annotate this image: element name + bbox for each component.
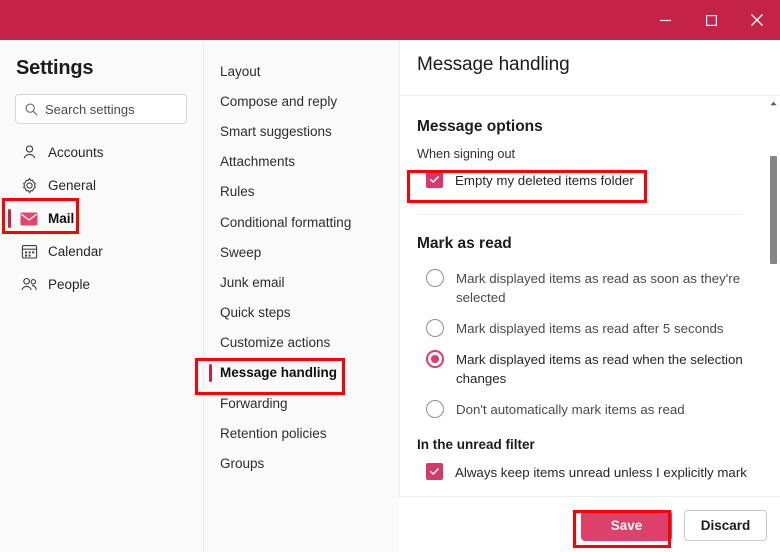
mark-as-read-option-label: Mark displayed items as read after 5 sec…	[456, 321, 724, 336]
subnav-item-label: Quick steps	[220, 305, 291, 321]
always-keep-unread-row[interactable]: Always keep items unread unless I explic…	[426, 463, 760, 482]
subnav-item-label: Customize actions	[220, 335, 331, 351]
subnav-item-label: Junk email	[220, 274, 285, 290]
always-keep-unread-checkbox[interactable]	[426, 463, 443, 480]
scrollbar-thumb[interactable]	[770, 156, 777, 264]
selection-indicator	[8, 209, 11, 228]
subnav-item-label: Conditional formatting	[220, 214, 352, 230]
panel-scroll-region: Message options When signing out Empty m…	[400, 96, 780, 536]
subnav-item-conditional-formatting[interactable]: Conditional formatting	[204, 207, 400, 237]
settings-window: Settings Search settings Accounts Genera…	[0, 0, 780, 552]
check-icon	[429, 468, 440, 475]
subnav-item-label: Smart suggestions	[220, 123, 332, 139]
unread-filter-heading: In the unread filter	[417, 437, 535, 452]
close-icon	[751, 14, 763, 26]
subnav-item-message-handling[interactable]: Message handling	[204, 358, 400, 388]
title-bar	[0, 0, 780, 40]
sidebar-item-label: Accounts	[48, 145, 104, 160]
subnav-item-label: Retention policies	[220, 425, 327, 441]
maximize-icon	[705, 14, 717, 26]
sidebar-item-people[interactable]: People	[0, 268, 203, 301]
panel-content: Message options When signing out Empty m…	[400, 96, 760, 482]
settings-body: Settings Search settings Accounts Genera…	[0, 40, 780, 552]
sidebar-item-general[interactable]: General	[0, 169, 203, 202]
search-icon	[25, 103, 38, 116]
subnav-item-groups[interactable]: Groups	[204, 448, 400, 478]
mail-subnav: Layout Compose and reply Smart suggestio…	[204, 56, 400, 479]
sidebar-item-label: People	[48, 277, 91, 292]
subnav-item-smart-suggestions[interactable]: Smart suggestions	[204, 116, 400, 146]
sidebar-item-label: Calendar	[48, 244, 103, 259]
subnav-item-rules[interactable]: Rules	[204, 177, 400, 207]
section-divider	[417, 214, 743, 215]
radio-icon-selected[interactable]	[426, 350, 444, 368]
subnav-item-retention-policies[interactable]: Retention policies	[204, 418, 400, 448]
radio-icon[interactable]	[426, 400, 444, 418]
subnav-item-attachments[interactable]: Attachments	[204, 147, 400, 177]
mark-as-read-option-label: Mark displayed items as read when the se…	[456, 352, 743, 386]
panel-title: Message handling	[417, 54, 570, 75]
subnav-item-label: Sweep	[220, 244, 262, 260]
subnav-item-label: Rules	[220, 184, 255, 200]
settings-sidebar: Settings Search settings Accounts Genera…	[0, 40, 203, 552]
message-handling-panel: Message handling Message options When si…	[399, 40, 780, 552]
mark-as-read-heading: Mark as read	[417, 235, 512, 252]
mark-as-read-option-never[interactable]: Don't automatically mark items as read	[426, 400, 760, 419]
mark-as-read-option-selection-changes[interactable]: Mark displayed items as read when the se…	[426, 350, 760, 388]
subnav-item-layout[interactable]: Layout	[204, 56, 400, 86]
scroll-up-arrow-icon[interactable]	[766, 96, 780, 110]
mark-as-read-option-label: Mark displayed items as read as soon as …	[456, 271, 741, 305]
subnav-item-sweep[interactable]: Sweep	[204, 237, 400, 267]
save-button[interactable]: Save	[581, 510, 672, 541]
sidebar-item-label: General	[48, 178, 97, 193]
calendar-icon	[20, 243, 38, 261]
panel-footer: Save Discard	[399, 496, 780, 552]
sidebar-item-mail[interactable]: Mail	[0, 202, 203, 235]
minimize-icon	[659, 15, 671, 26]
subnav-item-customize-actions[interactable]: Customize actions	[204, 328, 400, 358]
person-icon	[20, 144, 38, 162]
subnav-item-label: Attachments	[220, 154, 296, 170]
empty-deleted-items-row[interactable]: Empty my deleted items folder	[426, 171, 760, 190]
gear-icon	[20, 177, 38, 195]
empty-deleted-items-checkbox[interactable]	[426, 171, 443, 188]
maximize-button[interactable]	[688, 0, 734, 40]
people-icon	[20, 276, 38, 294]
sidebar-nav: Accounts General Mail Calendar People	[0, 136, 203, 301]
when-signing-out-label: When signing out	[417, 147, 516, 161]
message-options-heading: Message options	[417, 118, 543, 135]
selection-indicator	[209, 363, 212, 382]
always-keep-unread-label: Always keep items unread unless I explic…	[455, 465, 747, 480]
subnav-item-label: Compose and reply	[220, 93, 338, 109]
radio-icon[interactable]	[426, 319, 444, 337]
subnav-item-label: Layout	[220, 63, 261, 79]
minimize-button[interactable]	[642, 0, 688, 40]
sidebar-item-label: Mail	[48, 211, 75, 226]
panel-scrollbar[interactable]	[766, 96, 780, 536]
subnav-item-label: Groups	[220, 456, 265, 472]
subnav-item-compose-and-reply[interactable]: Compose and reply	[204, 86, 400, 116]
subnav-item-quick-steps[interactable]: Quick steps	[204, 298, 400, 328]
discard-button[interactable]: Discard	[684, 510, 767, 541]
sidebar-item-accounts[interactable]: Accounts	[0, 136, 203, 169]
mark-as-read-option-after-5-seconds[interactable]: Mark displayed items as read after 5 sec…	[426, 319, 760, 338]
page-title: Settings	[16, 57, 94, 79]
subnav-item-label: Forwarding	[220, 395, 288, 411]
empty-deleted-items-label: Empty my deleted items folder	[455, 173, 634, 188]
search-settings-box[interactable]: Search settings	[15, 94, 187, 124]
mail-subnav-column: Layout Compose and reply Smart suggestio…	[203, 40, 399, 552]
subnav-item-junk-email[interactable]: Junk email	[204, 267, 400, 297]
search-input-placeholder: Search settings	[45, 101, 135, 117]
close-button[interactable]	[734, 0, 780, 40]
mail-icon	[20, 210, 38, 228]
mark-as-read-option-label: Don't automatically mark items as read	[456, 402, 685, 417]
radio-icon[interactable]	[426, 269, 444, 287]
subnav-item-label: Message handling	[220, 365, 338, 381]
subnav-item-forwarding[interactable]: Forwarding	[204, 388, 400, 418]
sidebar-item-calendar[interactable]: Calendar	[0, 235, 203, 268]
check-icon	[429, 176, 440, 183]
mark-as-read-option-immediate[interactable]: Mark displayed items as read as soon as …	[426, 269, 760, 307]
